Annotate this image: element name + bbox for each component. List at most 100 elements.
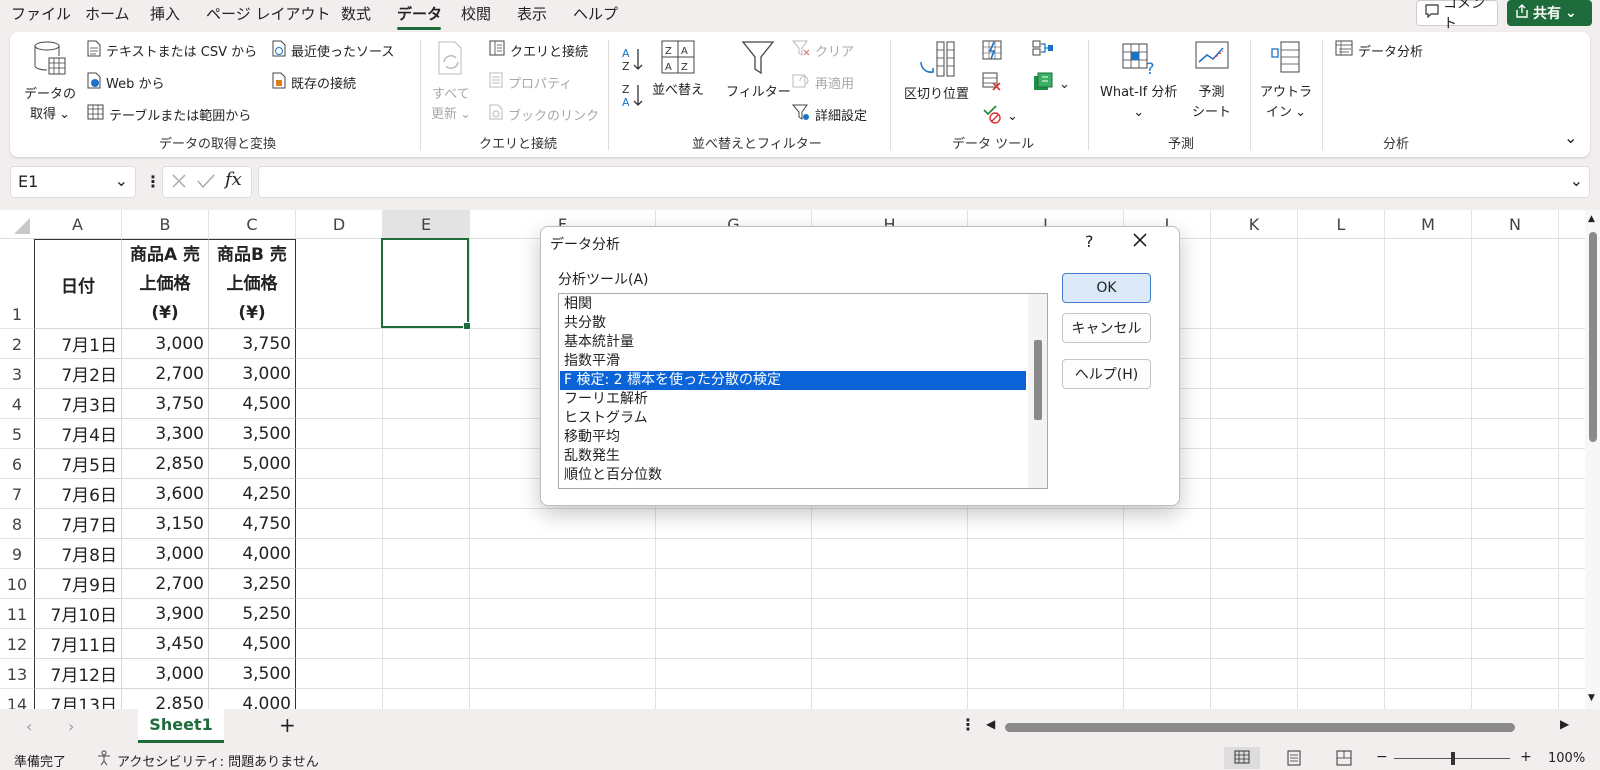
- product-a-price-cell[interactable]: 3,900: [122, 599, 209, 629]
- text-to-columns-button[interactable]: 区切り位置: [904, 40, 969, 105]
- comment-button[interactable]: コメント: [1416, 0, 1498, 32]
- product-a-price-cell[interactable]: 2,700: [122, 359, 209, 389]
- cell-a1[interactable]: 日付: [34, 239, 122, 329]
- zoom-out-icon[interactable]: −: [1376, 749, 1388, 765]
- product-b-price-cell[interactable]: 4,500: [209, 389, 296, 419]
- list-item[interactable]: 相関: [560, 295, 1026, 314]
- ok-button[interactable]: OK: [1062, 273, 1151, 303]
- zoom-in-icon[interactable]: +: [1520, 749, 1532, 765]
- product-b-price-cell[interactable]: 4,750: [209, 509, 296, 539]
- column-header[interactable]: C: [209, 210, 296, 238]
- clear-filter-button[interactable]: クリア: [791, 40, 854, 61]
- product-a-price-cell[interactable]: 3,000: [122, 329, 209, 359]
- scroll-up-icon[interactable]: ▲: [1588, 214, 1595, 224]
- select-all-corner[interactable]: [0, 210, 35, 238]
- chevron-down-icon[interactable]: ⌄: [115, 171, 128, 190]
- column-header[interactable]: E: [383, 210, 470, 238]
- outline-button[interactable]: アウトラ イン ⌄: [1260, 40, 1312, 123]
- menu-data[interactable]: データ: [397, 3, 442, 24]
- product-a-price-cell[interactable]: 3,450: [122, 629, 209, 659]
- row-header[interactable]: 8: [0, 509, 34, 539]
- column-header[interactable]: M: [1385, 210, 1472, 238]
- product-b-price-cell[interactable]: 3,250: [209, 569, 296, 599]
- row-header[interactable]: 5: [0, 419, 34, 449]
- analysis-tools-list[interactable]: 相関 共分散 基本統計量 指数平滑 F 検定: 2 標本を使った分散の検定 フー…: [558, 293, 1048, 489]
- date-cell[interactable]: 7月8日: [34, 539, 122, 569]
- refresh-all-button[interactable]: すべて 更新 ⌄: [431, 40, 471, 125]
- product-a-price-cell[interactable]: 3,000: [122, 659, 209, 689]
- product-b-price-cell[interactable]: 4,000: [209, 689, 296, 709]
- product-a-price-cell[interactable]: 2,850: [122, 449, 209, 479]
- data-analysis-button[interactable]: データ分析: [1335, 40, 1423, 60]
- date-cell[interactable]: 7月2日: [34, 359, 122, 389]
- list-item[interactable]: 基本統計量: [560, 333, 1026, 352]
- date-cell[interactable]: 7月10日: [34, 599, 122, 629]
- what-if-analysis-button[interactable]: ? What-If 分析 ⌄: [1100, 40, 1177, 123]
- list-scrollbar[interactable]: [1028, 294, 1047, 488]
- list-item[interactable]: 移動平均: [560, 428, 1026, 447]
- chevron-right-icon[interactable]: ›: [68, 717, 74, 736]
- row-header[interactable]: 13: [0, 659, 34, 689]
- product-b-price-cell[interactable]: 3,500: [209, 659, 296, 689]
- product-b-price-cell[interactable]: 5,000: [209, 449, 296, 479]
- date-cell[interactable]: 7月4日: [34, 419, 122, 449]
- normal-view-button[interactable]: [1224, 747, 1260, 769]
- fill-handle[interactable]: [463, 322, 471, 330]
- list-item[interactable]: フーリエ解析: [560, 390, 1026, 409]
- list-item[interactable]: 指数平滑: [560, 352, 1026, 371]
- sort-descending-button[interactable]: ZA: [622, 82, 644, 112]
- column-header[interactable]: A: [34, 210, 122, 238]
- insert-function-icon[interactable]: fx: [225, 169, 242, 190]
- zoom-level[interactable]: 100%: [1548, 751, 1585, 766]
- horizontal-scroll-thumb[interactable]: [1005, 723, 1515, 732]
- product-a-price-cell[interactable]: 3,000: [122, 539, 209, 569]
- cell-b1[interactable]: 商品A 売 上価格 (¥): [122, 239, 209, 329]
- sort-button[interactable]: ZAAZ 並べ替え: [652, 40, 704, 101]
- collapse-ribbon-icon[interactable]: ⌄: [1564, 128, 1577, 147]
- list-item[interactable]: ヒストグラム: [560, 409, 1026, 428]
- page-layout-view-icon[interactable]: [1286, 750, 1302, 770]
- dialog-help-icon[interactable]: ?: [1085, 232, 1094, 251]
- menu-insert[interactable]: 挿入: [150, 3, 180, 24]
- menu-file[interactable]: ファイル: [11, 3, 71, 24]
- product-b-price-cell[interactable]: 4,500: [209, 629, 296, 659]
- list-item[interactable]: 乱数発生: [560, 447, 1026, 466]
- product-a-price-cell[interactable]: 3,150: [122, 509, 209, 539]
- product-b-price-cell[interactable]: 3,500: [209, 419, 296, 449]
- reapply-button[interactable]: 再適用: [792, 72, 854, 93]
- data-model-button[interactable]: ⌄: [1032, 72, 1070, 96]
- product-b-price-cell[interactable]: 4,000: [209, 539, 296, 569]
- more-options-icon[interactable]: ⋮: [960, 715, 976, 734]
- product-a-price-cell[interactable]: 3,750: [122, 389, 209, 419]
- row-header[interactable]: 1: [0, 239, 34, 329]
- existing-connections-button[interactable]: 既存の接続: [272, 72, 356, 93]
- zoom-slider-thumb[interactable]: [1451, 752, 1455, 765]
- row-header[interactable]: 11: [0, 599, 34, 629]
- row-header[interactable]: 12: [0, 629, 34, 659]
- menu-view[interactable]: 表示: [517, 3, 547, 24]
- row-header[interactable]: 10: [0, 569, 34, 599]
- more-options-icon[interactable]: ⋮: [145, 172, 161, 191]
- row-header[interactable]: 4: [0, 389, 34, 419]
- column-header[interactable]: B: [122, 210, 209, 238]
- recent-sources-button[interactable]: 最近使ったソース: [272, 40, 394, 61]
- row-header[interactable]: 2: [0, 329, 34, 359]
- share-button[interactable]: 共有 ⌄: [1507, 0, 1592, 26]
- date-cell[interactable]: 7月9日: [34, 569, 122, 599]
- product-a-price-cell[interactable]: 3,600: [122, 479, 209, 509]
- active-cell-e1[interactable]: [381, 238, 471, 330]
- row-header[interactable]: 7: [0, 479, 34, 509]
- date-cell[interactable]: 7月6日: [34, 479, 122, 509]
- column-header[interactable]: N: [1472, 210, 1559, 238]
- consolidate-button[interactable]: [1032, 40, 1054, 60]
- date-cell[interactable]: 7月12日: [34, 659, 122, 689]
- product-b-price-cell[interactable]: 5,250: [209, 599, 296, 629]
- data-validation-button[interactable]: ⌄: [982, 104, 1018, 128]
- accessibility-status[interactable]: アクセシビリティ: 問題ありません: [117, 751, 319, 770]
- remove-duplicates-button[interactable]: [982, 72, 1002, 96]
- row-header[interactable]: 14: [0, 689, 34, 709]
- row-header[interactable]: 9: [0, 539, 34, 569]
- menu-formulas[interactable]: 数式: [341, 3, 371, 24]
- add-sheet-icon[interactable]: +: [279, 713, 296, 737]
- page-break-view-icon[interactable]: [1336, 750, 1352, 770]
